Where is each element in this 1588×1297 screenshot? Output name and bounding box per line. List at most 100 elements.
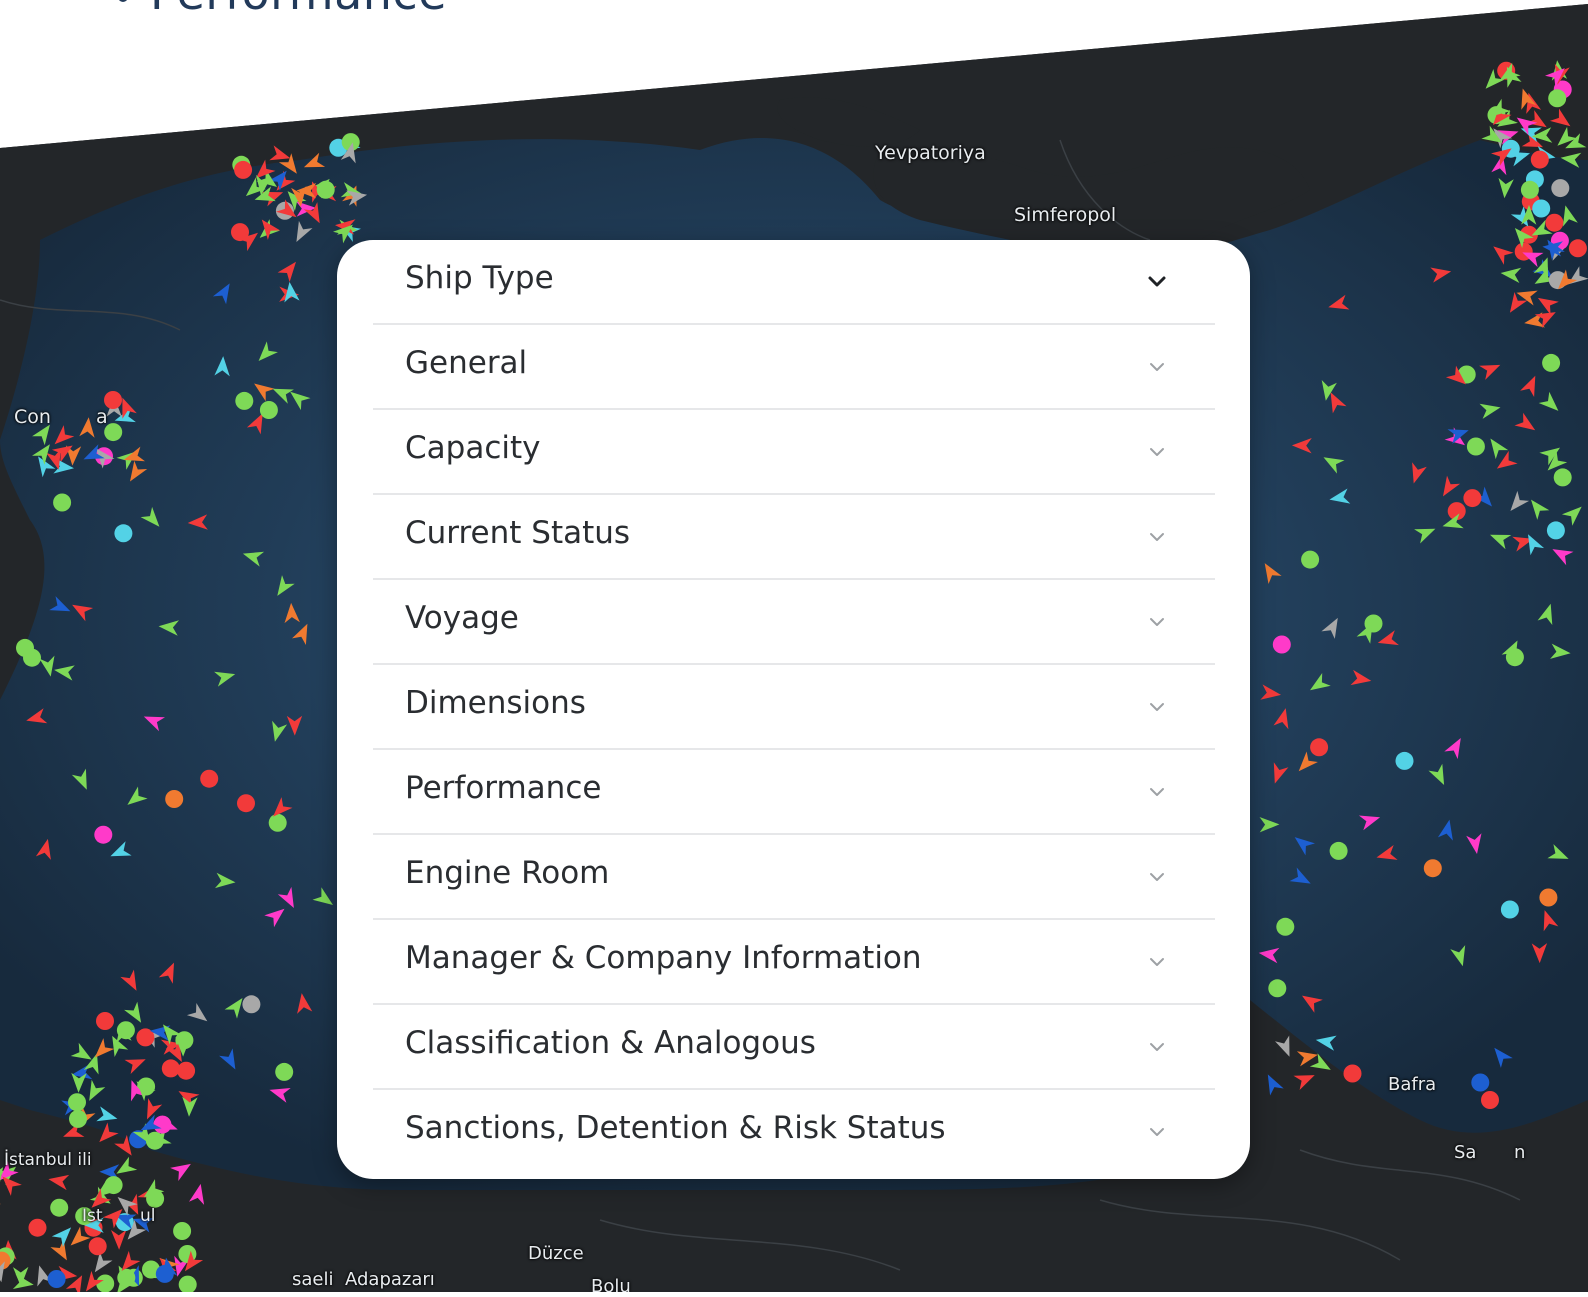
chevron-down-icon[interactable] — [1145, 525, 1169, 549]
vessel-marker[interactable] — [153, 1115, 172, 1134]
vessel-marker[interactable] — [1471, 1073, 1490, 1092]
vessel-marker[interactable] — [1539, 888, 1558, 907]
vessel-marker[interactable] — [242, 995, 261, 1014]
filter-sanctions[interactable]: Sanctions, Detention & Risk Status — [373, 1090, 1215, 1175]
vessel-marker[interactable] — [1343, 1064, 1362, 1083]
vessel-marker[interactable] — [47, 1270, 66, 1288]
vessel-marker[interactable] — [117, 1268, 136, 1287]
chevron-down-icon[interactable] — [1145, 270, 1169, 294]
page-heading-text: Performance — [150, 0, 447, 20]
vessel-marker[interactable] — [50, 1198, 69, 1217]
filter-ship-type[interactable]: Ship Type — [373, 240, 1215, 325]
vessel-marker[interactable] — [69, 1109, 87, 1128]
vessel-marker[interactable] — [200, 769, 219, 788]
vessel-marker[interactable] — [1272, 635, 1291, 654]
vessel-marker[interactable] — [165, 790, 184, 808]
vessel-marker[interactable] — [1395, 751, 1414, 770]
vessel-marker[interactable] — [96, 1274, 115, 1293]
vessel-marker[interactable] — [94, 825, 113, 844]
vessel-marker[interactable] — [104, 1176, 123, 1195]
chevron-down-icon[interactable] — [1145, 1035, 1169, 1059]
bullet-icon — [118, 0, 128, 2]
chevron-down-icon[interactable] — [1145, 950, 1169, 974]
vessel-marker[interactable] — [1500, 900, 1519, 919]
vessel-marker[interactable] — [1481, 1091, 1499, 1109]
chevron-down-icon[interactable] — [1145, 440, 1169, 464]
place-label: Sa — [1454, 1142, 1477, 1163]
filter-label: Manager & Company Information — [405, 940, 922, 976]
vessel-marker[interactable] — [68, 1093, 86, 1112]
vessel-marker[interactable] — [173, 1222, 192, 1240]
place-label: Simferopol — [1014, 204, 1117, 226]
place-label: ul — [140, 1206, 156, 1226]
page-heading: Performance — [118, 0, 447, 20]
filter-label: Voyage — [405, 600, 519, 636]
vessel-marker[interactable] — [53, 493, 72, 512]
vessel-marker[interactable] — [116, 1021, 135, 1040]
filter-label: Engine Room — [405, 855, 610, 891]
vessel-marker[interactable] — [1553, 468, 1572, 487]
chevron-down-icon[interactable] — [1145, 1120, 1169, 1144]
filter-panel: Ship Type General Capacity Current Statu… — [337, 240, 1250, 1179]
vessel-marker[interactable] — [28, 1218, 47, 1237]
vessel-marker[interactable] — [316, 180, 335, 199]
vessel-marker[interactable] — [155, 1264, 174, 1283]
vessel-marker[interactable] — [88, 1237, 107, 1256]
filter-label: Performance — [405, 770, 602, 806]
vessel-marker[interactable] — [161, 1059, 180, 1078]
vessel-marker[interactable] — [1520, 180, 1539, 199]
vessel-marker[interactable] — [1329, 841, 1348, 860]
vessel-marker[interactable] — [268, 813, 287, 832]
chevron-down-icon[interactable] — [1145, 695, 1169, 719]
vessel-marker[interactable] — [23, 648, 41, 667]
place-label: Ist — [82, 1206, 103, 1226]
chevron-down-icon[interactable] — [1145, 780, 1169, 804]
filter-general[interactable]: General — [373, 325, 1215, 410]
vessel-marker[interactable] — [1545, 213, 1564, 232]
vessel-marker[interactable] — [234, 160, 253, 179]
chevron-down-icon[interactable] — [1145, 865, 1169, 889]
place-label: Yevpatoriya — [875, 142, 986, 164]
place-label: Adapazarı — [345, 1269, 435, 1290]
filter-engine-room[interactable]: Engine Room — [373, 835, 1215, 920]
filter-manager-company[interactable]: Manager & Company Information — [373, 920, 1215, 1005]
place-label: Düzce — [528, 1243, 584, 1264]
vessel-marker[interactable] — [1532, 199, 1551, 218]
filter-voyage[interactable]: Voyage — [373, 580, 1215, 665]
filter-current-status[interactable]: Current Status — [373, 495, 1215, 580]
vessel-marker[interactable] — [177, 1061, 196, 1080]
filter-label: Capacity — [405, 430, 541, 466]
vessel-marker[interactable] — [1546, 521, 1565, 540]
vessel-marker[interactable] — [1568, 239, 1587, 258]
filter-classification[interactable]: Classification & Analogous — [373, 1005, 1215, 1090]
vessel-marker[interactable] — [1548, 89, 1567, 108]
vessel-marker[interactable] — [114, 524, 133, 543]
vessel-marker[interactable] — [1463, 489, 1482, 508]
filter-dimensions[interactable]: Dimensions — [373, 665, 1215, 750]
vessel-marker[interactable] — [1276, 917, 1295, 936]
place-label: saeli — [292, 1269, 334, 1290]
vessel-marker[interactable] — [1423, 859, 1442, 878]
filter-label: Ship Type — [405, 260, 554, 296]
vessel-marker[interactable] — [275, 1062, 294, 1081]
filter-label: General — [405, 345, 528, 381]
vessel-marker[interactable] — [1310, 738, 1329, 757]
vessel-marker[interactable] — [1301, 550, 1320, 569]
vessel-marker[interactable] — [1466, 437, 1485, 456]
vessel-marker[interactable] — [1542, 353, 1561, 372]
chevron-down-icon[interactable] — [1145, 355, 1169, 379]
place-label: a — [96, 406, 108, 428]
vessel-marker[interactable] — [1268, 979, 1287, 998]
vessel-marker[interactable] — [237, 794, 255, 813]
vessel-marker[interactable] — [235, 391, 254, 410]
vessel-marker[interactable] — [1530, 150, 1549, 169]
place-label: Bafra — [1388, 1074, 1437, 1095]
place-label: Con — [14, 406, 51, 428]
chevron-down-icon[interactable] — [1145, 610, 1169, 634]
filter-capacity[interactable]: Capacity — [373, 410, 1215, 495]
vessel-marker[interactable] — [96, 1012, 114, 1030]
filter-label: Current Status — [405, 515, 631, 551]
vessel-marker[interactable] — [1551, 179, 1570, 198]
filter-performance[interactable]: Performance — [373, 750, 1215, 835]
vessel-marker[interactable] — [259, 401, 278, 419]
